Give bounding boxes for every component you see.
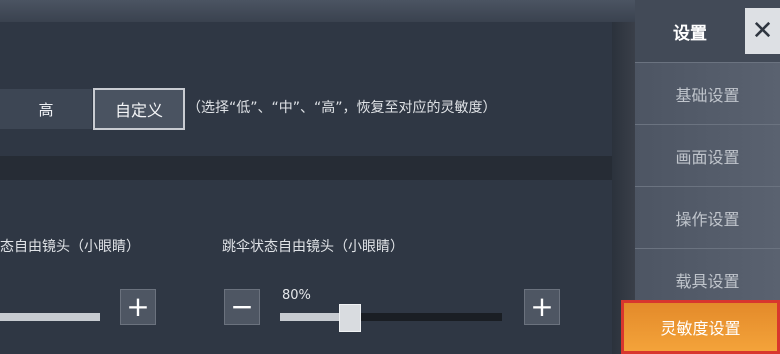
- preset-high-button[interactable]: 高: [0, 89, 92, 129]
- parachute-camera-value: 80%: [282, 288, 311, 303]
- free-camera-slider-fill: [0, 313, 100, 321]
- top-bar: [0, 0, 635, 22]
- sidebar-item-sensitivity[interactable]: 灵敏度设置: [621, 300, 780, 354]
- free-camera-label: 态自由镜头（小眼睛）: [0, 239, 140, 255]
- plus-icon: +: [126, 290, 150, 323]
- sidebar-header: 设置 ✕: [635, 0, 780, 62]
- sidebar-item-controls[interactable]: 操作设置: [635, 186, 780, 249]
- sidebar-item-graphics[interactable]: 画面设置: [635, 124, 780, 187]
- parachute-camera-minus-button[interactable]: −: [224, 289, 260, 325]
- sidebar-item-basic[interactable]: 基础设置: [635, 62, 780, 125]
- free-camera-plus-button[interactable]: +: [120, 289, 156, 325]
- preset-custom-button[interactable]: 自定义: [93, 88, 185, 130]
- free-camera-slider[interactable]: [0, 313, 100, 321]
- minus-icon: −: [230, 290, 254, 323]
- parachute-camera-slider[interactable]: [280, 304, 502, 332]
- plus-icon: +: [530, 290, 554, 323]
- settings-sidebar: 设置 ✕ 基础设置 画面设置 操作设置 载具设置 灵敏度设置: [621, 0, 780, 354]
- close-icon: ✕: [751, 16, 774, 46]
- panel-divider: [0, 156, 635, 180]
- parachute-free-camera-label: 跳伞状态自由镜头（小眼睛）: [222, 239, 404, 255]
- parachute-camera-plus-button[interactable]: +: [524, 289, 560, 325]
- settings-title: 设置: [673, 23, 707, 44]
- camera-settings-panel: [0, 180, 612, 354]
- parachute-camera-slider-thumb[interactable]: [339, 304, 361, 332]
- close-button[interactable]: ✕: [745, 8, 780, 54]
- preset-hint-text: （选择“低”、“中”、“高”，恢复至对应的灵敏度）: [187, 100, 497, 116]
